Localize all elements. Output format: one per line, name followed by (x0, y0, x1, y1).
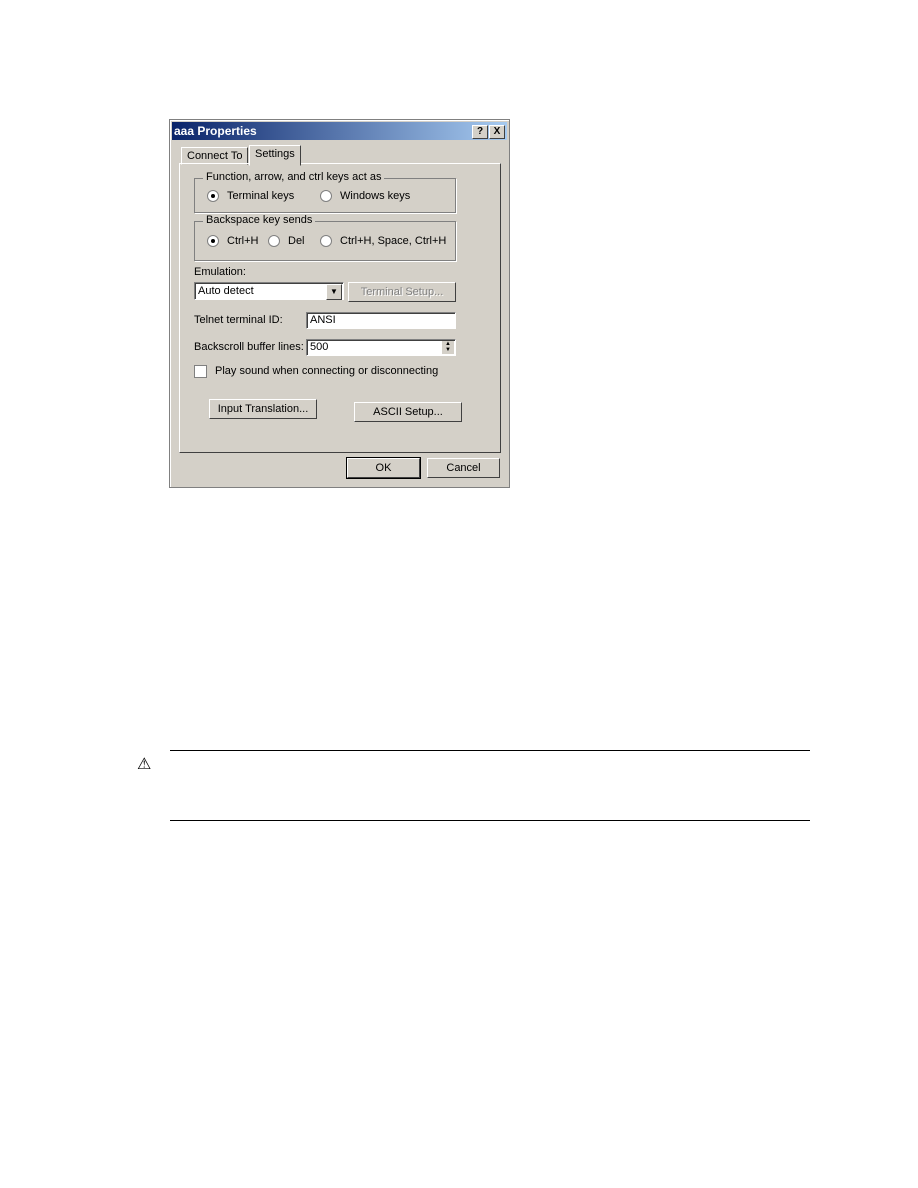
windows-keys-radio[interactable]: Windows keys (320, 190, 410, 202)
cancel-button[interactable]: Cancel (427, 458, 500, 478)
top-rule (170, 750, 810, 751)
backspace-group: Backspace key sends Ctrl+H Del Ctrl+H, S… (194, 214, 456, 261)
emulation-select[interactable]: Auto detect ▼ (194, 282, 344, 300)
play-sound-checkbox[interactable] (194, 365, 207, 378)
emulation-label: Emulation: (194, 266, 246, 278)
radio-indicator (207, 190, 219, 202)
radio-label: Del (288, 235, 305, 247)
ctrl-h-radio[interactable]: Ctrl+H (207, 235, 258, 247)
emulation-value: Auto detect (198, 285, 254, 297)
input-translation-button[interactable]: Input Translation... (209, 399, 317, 419)
chevron-down-icon[interactable]: ▼ (326, 284, 342, 300)
backscroll-stepper[interactable]: 500 ▲ ▼ (306, 339, 456, 356)
backscroll-label: Backscroll buffer lines: (194, 341, 304, 353)
tab-settings[interactable]: Settings (249, 145, 301, 166)
telnet-id-label: Telnet terminal ID: (194, 314, 283, 326)
radio-indicator (268, 235, 280, 247)
radio-label: Terminal keys (227, 190, 295, 202)
play-sound-label: Play sound when connecting or disconnect… (215, 365, 439, 377)
backscroll-value: 500 (310, 341, 329, 353)
ascii-setup-button[interactable]: ASCII Setup... (354, 402, 462, 422)
terminal-keys-radio[interactable]: Terminal keys (207, 190, 294, 202)
dialog-title: aaa Properties (174, 124, 257, 138)
terminal-setup-button[interactable]: Terminal Setup... (348, 282, 456, 302)
ok-button[interactable]: OK (346, 457, 421, 479)
ctrl-h-space-radio[interactable]: Ctrl+H, Space, Ctrl+H (320, 235, 446, 247)
telnet-id-input[interactable]: ANSI (306, 312, 456, 329)
keys-group: Function, arrow, and ctrl keys act as Te… (194, 171, 456, 213)
title-bar: aaa Properties ? X (172, 122, 507, 140)
warning-triangle-icon: ⚠ (137, 756, 152, 773)
radio-label: Ctrl+H, Space, Ctrl+H (340, 235, 447, 247)
keys-group-legend: Function, arrow, and ctrl keys act as (203, 171, 385, 183)
close-button[interactable]: X (489, 125, 505, 139)
radio-indicator (320, 235, 332, 247)
properties-dialog: aaa Properties ? X Connect To Settings F… (169, 119, 510, 488)
help-button[interactable]: ? (472, 125, 488, 139)
radio-label: Ctrl+H (227, 235, 259, 247)
settings-panel: Function, arrow, and ctrl keys act as Te… (179, 163, 501, 453)
radio-indicator (207, 235, 219, 247)
document-page: aaa Properties ? X Connect To Settings F… (0, 0, 918, 1188)
radio-label: Windows keys (340, 190, 411, 202)
spinner-arrows-icon[interactable]: ▲ ▼ (442, 341, 454, 354)
del-radio[interactable]: Del (268, 235, 305, 247)
bottom-rule (170, 820, 810, 821)
radio-indicator (320, 190, 332, 202)
backspace-group-legend: Backspace key sends (203, 214, 316, 226)
